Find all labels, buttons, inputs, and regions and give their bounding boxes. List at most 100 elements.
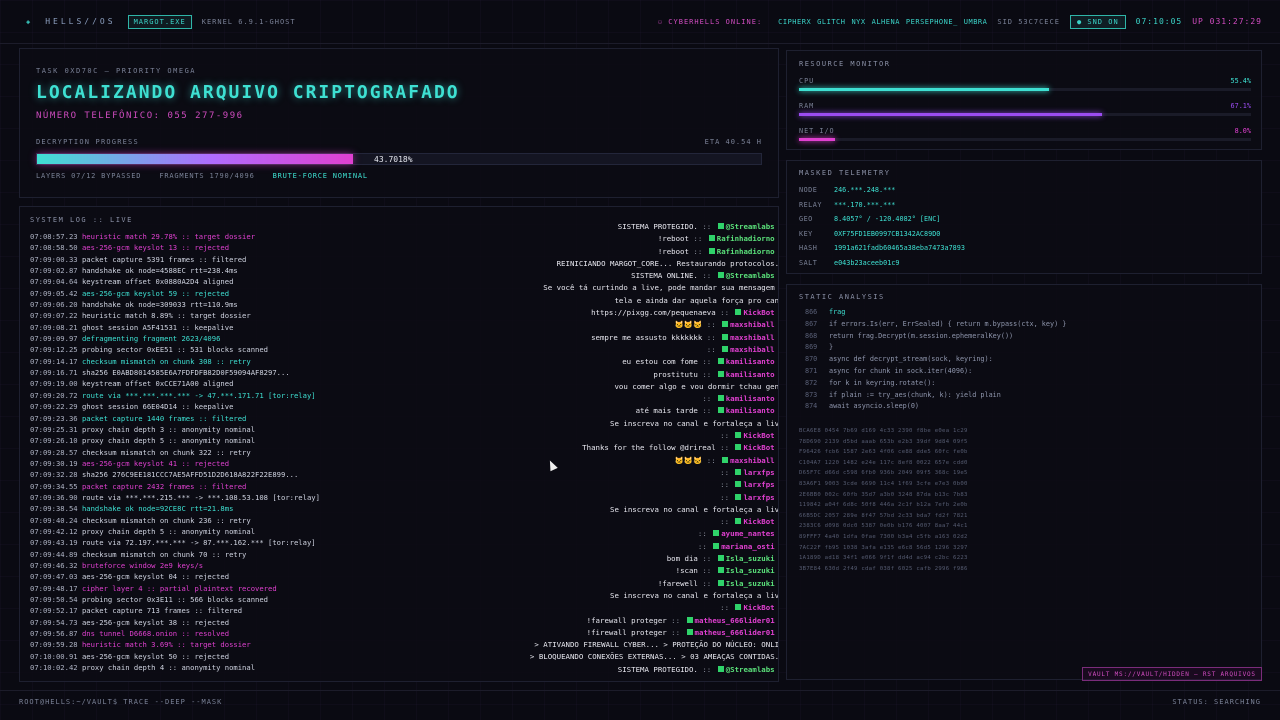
top-bar: ◈ HELLS//OS MARGOT.EXE KERNEL 6.9.1-GHOS… [0,0,1280,44]
online-user[interactable]: GLITCH [817,18,845,26]
chat-message: bom dia :: Isla_suzuki :: [460,553,778,565]
chat-username[interactable]: kamilisanto [726,406,775,415]
log-message: ghost session 66E04D14 :: keepalive [81,402,234,412]
telemetry-title: MASKED TELEMETRY [799,169,891,177]
online-user[interactable]: UMBRA [964,18,988,26]
online-user[interactable]: NYX [851,18,865,26]
chat-username[interactable]: KickBot [743,517,774,526]
chat-username[interactable]: larxfps [743,468,774,477]
chat-username[interactable]: Isla_suzuki [726,566,775,575]
system-log-title: SYSTEM LOG :: LIVE [30,216,133,224]
chat-separator: :: [720,467,734,477]
telemetry-value: ***.170.***.*** [834,200,896,209]
chat-text: Se inscreva no canal e fortaleça a live! [610,504,779,514]
chat-username[interactable]: matheus_666lider01 [695,628,775,637]
log-message: heuristic match 3.69% :: target dossier [81,640,251,650]
chat-message: https://pixgg.com/pequenaeva :: KickBot … [460,307,778,319]
hex-row: 119842 a04f 6d8c 50f8 446a 2c1f b12a 7ef… [799,502,968,509]
command-prompt[interactable]: ROOT@HELLS:~/VAULT$ TRACE --DEEP --MASK [19,698,222,706]
log-message: checksum mismatch on chunk 70 :: retry [81,549,247,559]
sound-toggle[interactable]: ● SND ON [1069,14,1126,29]
telemetry-key: RELAY [799,200,822,209]
chat-username[interactable]: Rafinhadiorno [717,247,775,256]
line-number: 874 [805,402,818,411]
chat-text: 🐱🐱🐱 [674,455,703,465]
log-timestamp: 07:09:25.31 [30,424,78,434]
chat-text: vou comer algo e vou dormir tchau gente [614,381,779,391]
log-row: 07:09:52.17 packet capture 713 frames ::… [30,605,410,616]
chat-username[interactable]: KickBot [743,308,774,317]
telemetry-row: HASH 1991a621fadb60465a38eba7473a7893 [799,241,965,256]
badge-icon [735,468,742,475]
line-number: 873 [805,390,818,399]
chat-text: Thanks for the follow @drireal [582,443,716,453]
chat-separator: :: [775,357,778,366]
chat-username[interactable]: mariana_osti [721,542,774,551]
resource-label: CPU [799,77,815,85]
progress-percent: 43.7018% [374,155,413,164]
eta: ETA 40.54 H [704,138,762,146]
chat-text: !scan [675,566,698,576]
chat-username[interactable]: KickBot [743,431,774,440]
chat-username[interactable]: @Streamlabs [726,222,775,231]
chat-username[interactable]: Rafinhadiorno [717,234,775,243]
chat-username[interactable]: maxshiball [730,456,775,465]
telemetry-key: HASH [799,244,818,253]
chat-username[interactable]: @Streamlabs [726,665,775,674]
log-row: 07:09:08.21 ghost session A5F41531 :: ke… [30,322,410,333]
layers-status: LAYERS 07/12 BYPASSED [36,172,142,180]
chat-username[interactable]: KickBot [743,603,774,612]
chat-username[interactable]: maxshiball [730,333,775,342]
log-message: aes-256-gcm keyslot 13 :: rejected [81,243,230,253]
chat-text: Se você tá curtindo a live, pode mandar … [543,283,779,293]
chat-username[interactable]: kamilisanto [726,357,775,366]
badge-icon [735,518,742,525]
code-text: async for chunk in sock.iter(4096): [829,366,973,375]
chat-username[interactable]: matheus_666lider01 [695,616,775,625]
chat-username[interactable]: maxshiball [730,345,775,354]
chat-separator: :: [775,345,778,354]
chat-username[interactable]: kamilisanto [726,370,775,379]
log-timestamp: 07:09:14.17 [30,356,78,366]
telemetry-value: 246.***.248.*** [834,186,896,194]
code-text: if errors.Is(err, ErrSealed) { return m.… [829,319,1067,328]
hex-row: 2383C6 d098 0dc0 5387 0e0b b176 4007 8aa… [799,523,968,530]
chat-username[interactable]: ayume_nantes [721,529,774,538]
resource-monitor-panel: RESOURCE MONITOR CPU 55.4% RAM 67.1% NET I/O… [786,50,1262,150]
log-message: proxy chain depth 5 :: anonymity nominal [81,526,256,536]
telemetry-panel: MASKED TELEMETRY NODE 246.***.248.*** RELA… [786,160,1262,274]
log-row: 07:10:02.42 proxy chain depth 4 :: anony… [30,662,410,673]
log-timestamp: 07:09:48.17 [30,583,78,593]
log-timestamp: 07:09:16.71 [30,368,78,378]
chat-username[interactable]: larxfps [743,493,774,502]
chat-username[interactable]: kamilisanto [726,394,775,403]
chat-username[interactable]: larxfps [743,480,774,489]
chat-username[interactable]: @Streamlabs [726,271,775,280]
chat-separator: :: [666,627,685,637]
chat-username[interactable]: KickBot [743,443,774,452]
online-user[interactable]: ALHENA [872,18,900,26]
chat-username[interactable]: Isla_suzuki [726,554,775,563]
chat-text: até mais tarde [635,406,698,416]
chat-username[interactable]: Isla_suzuki [726,579,775,588]
log-row: 07:09:50.54 probing sector 0x3E11 :: 566… [30,594,410,605]
hex-row: 2E6BB0 002c 60fb 35d7 a3b0 3248 87da b13… [799,491,968,498]
clock: 07:10:05 [1135,17,1183,26]
log-timestamp: 07:09:32.28 [30,470,78,480]
line-number: 868 [805,331,818,340]
line-number: 871 [805,366,818,375]
badge-icon [717,272,724,279]
chat-separator: :: [775,247,778,256]
log-row: 07:09:28.57 checksum mismatch on chunk 3… [30,447,410,458]
chat-username[interactable]: maxshiball [730,320,775,329]
vault-path-badge[interactable]: VAULT MS://VAULT/HIDDEN — RST ARQUIVOS [1082,667,1262,681]
chat-separator: :: [775,431,778,440]
log-row: 07:09:42.12 proxy chain depth 5 :: anony… [30,526,410,537]
log-timestamp: 07:09:22.29 [30,402,78,412]
kernel-version: KERNEL 6.9.1-GHOST [201,17,296,26]
process-chip[interactable]: MARGOT.EXE [127,14,192,29]
resource-value: 55.4% [1230,77,1251,85]
line-number: 866 [805,308,818,316]
online-user[interactable]: PERSEPHONE_ [906,18,958,26]
online-user[interactable]: CIPHERX [778,18,811,26]
